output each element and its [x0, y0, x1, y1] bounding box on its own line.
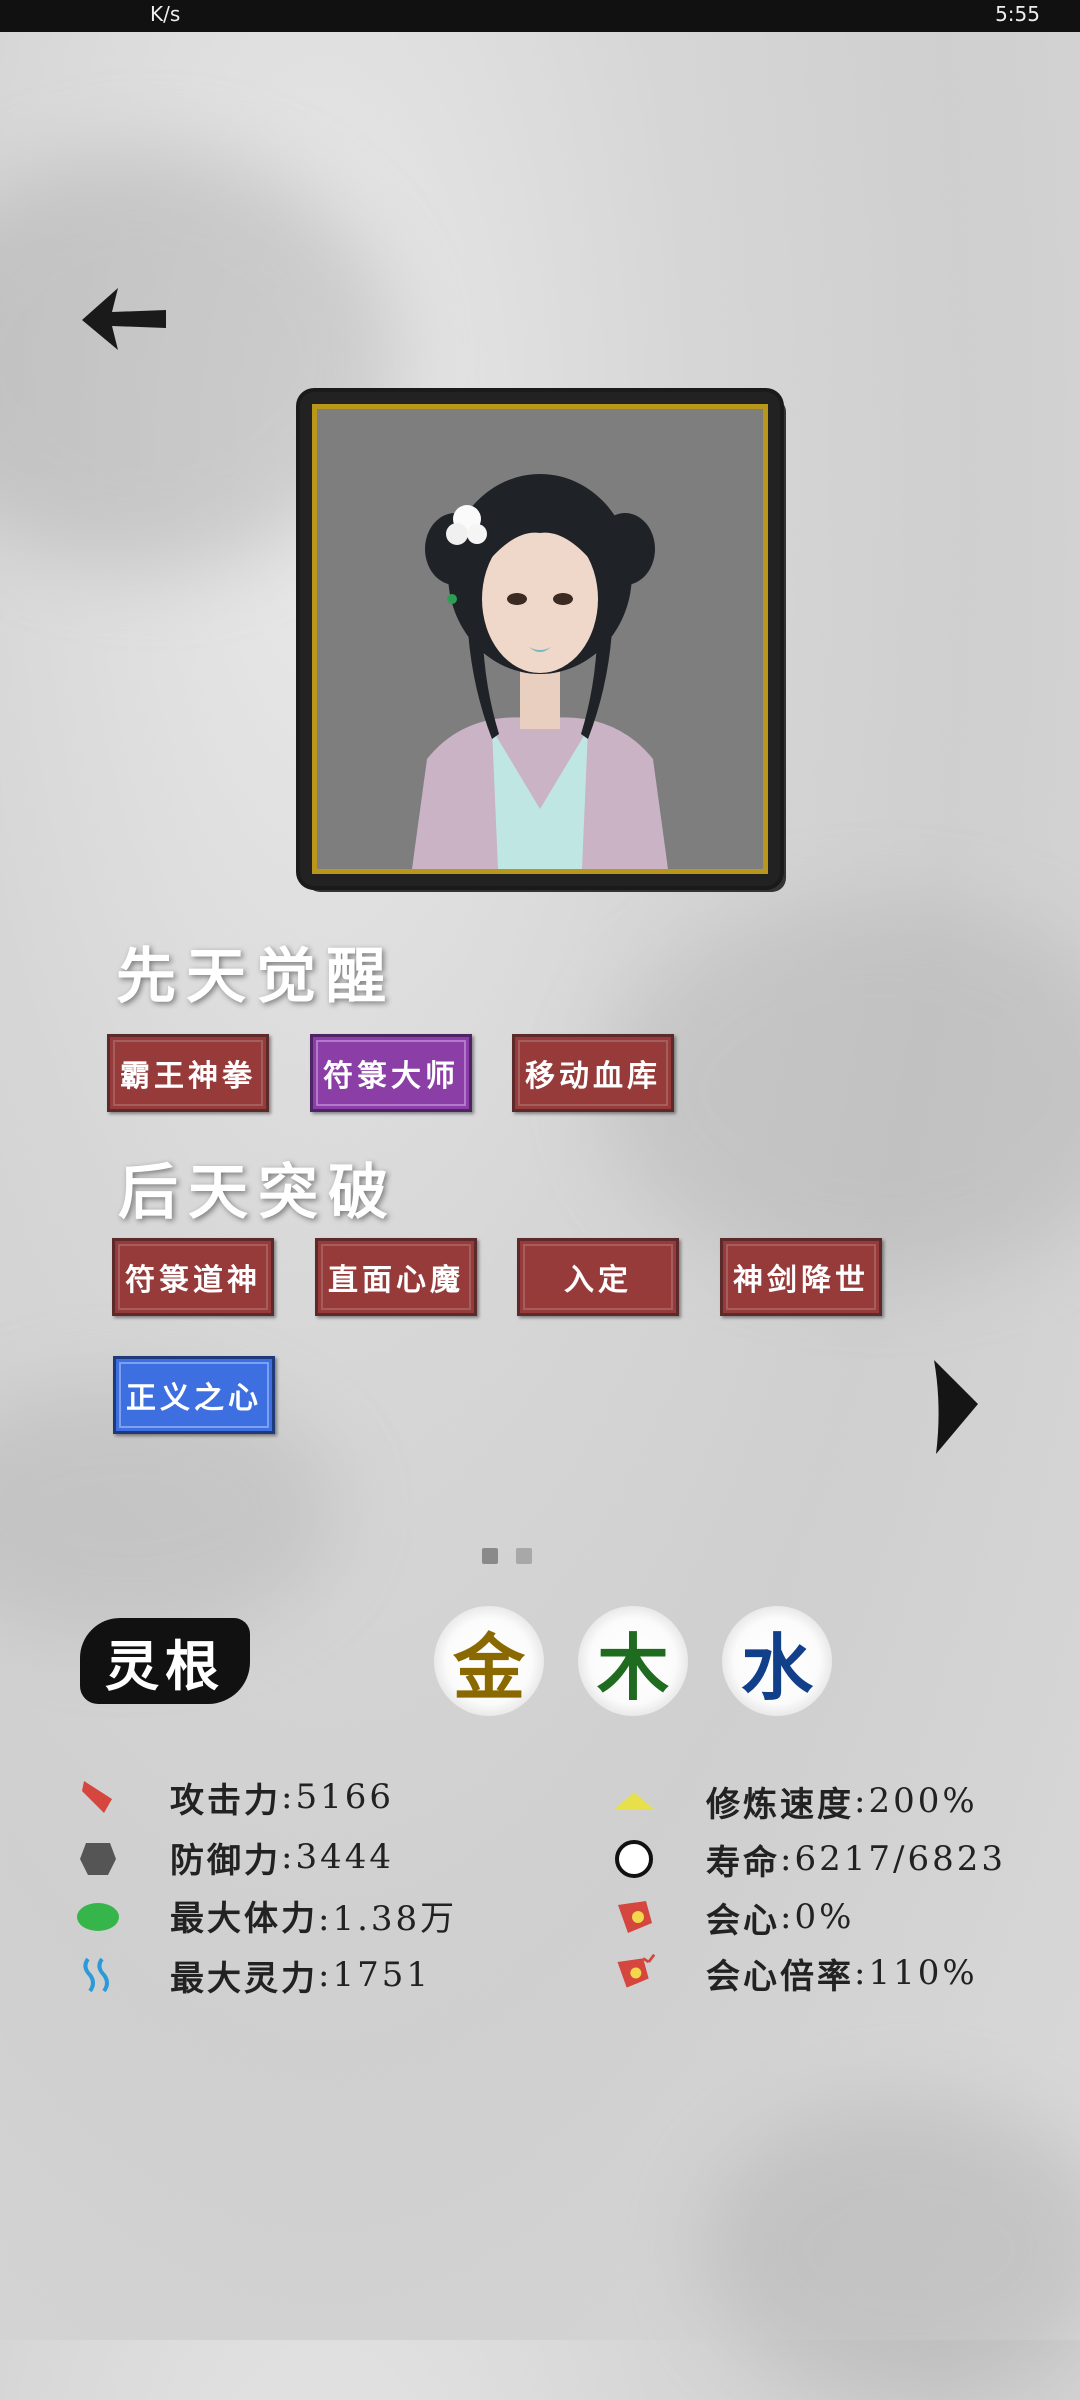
stat-label: 修炼速度 [706, 1784, 854, 1825]
stat-label: 最大体力 [170, 1898, 318, 1939]
clock: 5:55 [995, 2, 1040, 26]
portrait-inner [312, 404, 768, 874]
element-wood: 木 [578, 1606, 688, 1716]
stat-value: :1.38万 [318, 1898, 458, 1939]
stat-value: :3444 [281, 1837, 394, 1877]
stat-max-stamina: 最大体力 :1.38万 [76, 1890, 457, 1940]
page-dot-active[interactable] [482, 1548, 498, 1564]
stat-value: :5166 [281, 1777, 394, 1817]
lifespan-icon [612, 1837, 656, 1881]
stat-critical: 会心 :0% [612, 1892, 854, 1942]
stat-critical-rate: 会心倍率 :110% [612, 1948, 978, 1998]
network-speed: K/s [150, 2, 181, 26]
attack-icon [76, 1775, 120, 1819]
innate-skill-1[interactable]: 霸王神拳 [107, 1034, 269, 1112]
stat-cultivation-speed: 修炼速度 :200% [612, 1776, 978, 1826]
stat-defense: 防御力 :3444 [76, 1832, 394, 1882]
portrait-frame [300, 392, 780, 886]
critical-rate-icon [612, 1951, 656, 1995]
triangle-right-icon [934, 1360, 978, 1454]
acquired-skill-4[interactable]: 神剑降世 [720, 1238, 882, 1316]
stat-lifespan: 寿命 :6217/6823 [612, 1834, 1006, 1884]
spirit-icon [76, 1953, 120, 1997]
status-bar: K/s 5:55 [0, 0, 1080, 32]
page-indicator [482, 1548, 550, 1568]
element-water: 水 [722, 1606, 832, 1716]
page-dot[interactable] [516, 1548, 532, 1564]
stat-value: :1751 [318, 1955, 431, 1995]
acquired-skill-5[interactable]: 正义之心 [113, 1356, 275, 1434]
acquired-breakthrough-title: 后天突破 [118, 1158, 398, 1228]
element-metal: 金 [434, 1606, 544, 1716]
acquired-skill-2[interactable]: 直面心魔 [315, 1238, 477, 1316]
innate-awakening-title: 先天觉醒 [116, 942, 396, 1012]
cultivation-icon [612, 1779, 656, 1823]
stat-label: 会心 [706, 1900, 780, 1941]
back-arrow-button[interactable] [78, 284, 170, 356]
innate-skill-2[interactable]: 符箓大师 [310, 1034, 472, 1112]
spirit-root-label: 灵根 [80, 1618, 250, 1704]
arrow-left-icon [82, 288, 166, 350]
stat-value: :200% [854, 1781, 978, 1821]
next-page-arrow-button[interactable] [930, 1356, 982, 1456]
ink-wash-background [700, 2100, 1080, 2400]
stat-label: 最大灵力 [170, 1958, 318, 1999]
stat-value: :110% [854, 1953, 978, 1993]
innate-skill-3[interactable]: 移动血库 [512, 1034, 674, 1112]
stat-label: 防御力 [170, 1840, 281, 1881]
defense-icon [76, 1835, 120, 1879]
critical-icon [612, 1895, 656, 1939]
stamina-icon [76, 1893, 120, 1937]
stat-label: 寿命 [706, 1842, 780, 1883]
stat-attack: 攻击力 :5166 [76, 1772, 394, 1822]
stat-max-spirit: 最大灵力 :1751 [76, 1950, 431, 2000]
character-portrait [412, 474, 668, 869]
stat-value: :0% [780, 1897, 855, 1937]
stat-label: 会心倍率 [706, 1956, 854, 1997]
stat-label: 攻击力 [170, 1780, 281, 1821]
stat-value: :6217/6823 [780, 1839, 1006, 1879]
acquired-skill-3[interactable]: 入定 [517, 1238, 679, 1316]
acquired-skill-1[interactable]: 符箓道神 [112, 1238, 274, 1316]
